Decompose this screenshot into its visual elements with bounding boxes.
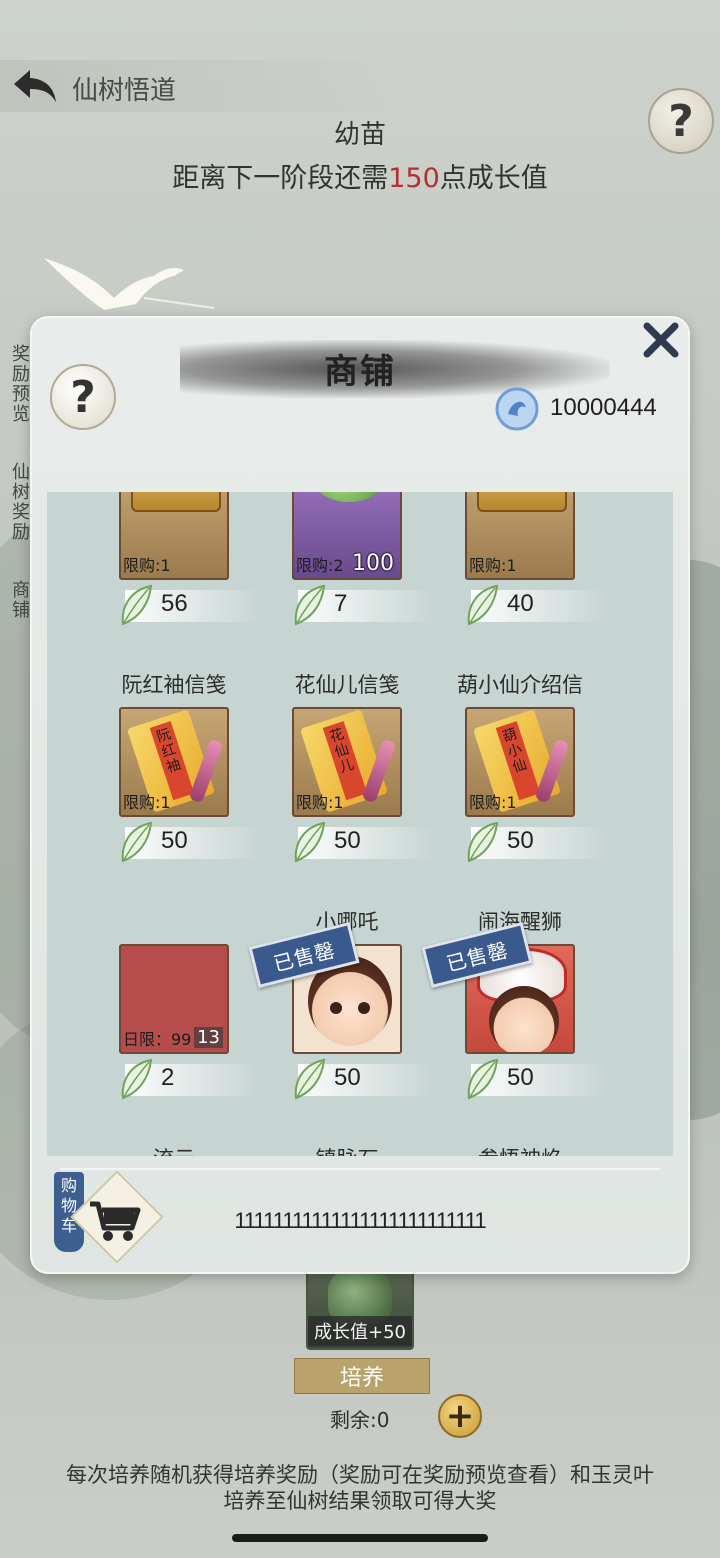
purchase-limit: 限购:2	[296, 556, 344, 575]
growth-item[interactable]: 成长值+50	[306, 1262, 414, 1350]
price-row: 56	[87, 584, 261, 626]
stage-need-prefix: 距离下一阶段还需	[172, 163, 389, 194]
growth-label: 成长值+50	[308, 1316, 412, 1346]
price-row: 2	[87, 1058, 261, 1100]
item-icon-box[interactable]: 限购:1	[465, 492, 575, 580]
home-indicator	[232, 1534, 488, 1542]
leaf-icon	[294, 1058, 326, 1100]
price-row: 40	[433, 584, 607, 626]
purchase-limit: 日限：99	[123, 1030, 192, 1049]
tip-line-2: 培养至仙树结果领取可得大奖	[223, 1489, 497, 1513]
item-quantity: 13	[194, 1027, 223, 1048]
leaf-icon	[121, 821, 153, 863]
leaf-icon	[294, 584, 326, 626]
footer-tip: 每次培养随机获得培养奖励（奖励可在奖励预览查看）和玉灵叶 培养至仙树结果领取可得…	[0, 1462, 720, 1514]
stage-need-value: 150	[388, 163, 440, 194]
item-price: 2	[161, 1064, 175, 1091]
leaf-icon	[467, 584, 499, 626]
price-row: 50	[87, 821, 261, 863]
stage-name: 幼苗	[333, 120, 386, 150]
chest-icon	[477, 492, 567, 512]
item-icon-box[interactable]: 日限：99 13	[119, 944, 229, 1054]
remaining-count: 剩余:0	[330, 1408, 390, 1432]
currency-amount: 10000444	[550, 394, 657, 421]
item-price: 50	[507, 1064, 534, 1091]
purchase-limit: 限购:1	[469, 556, 517, 575]
item-price: 50	[334, 1064, 361, 1091]
add-button[interactable]: +	[438, 1394, 482, 1438]
item-name: 镇脉石	[260, 1143, 434, 1156]
lion-dancer-portrait	[489, 986, 559, 1052]
item-price: 50	[334, 827, 361, 854]
currency-orb-icon	[495, 387, 539, 431]
item-name: 参悟神焰	[433, 1143, 607, 1156]
item-icon-box[interactable]: 限购:1	[119, 492, 229, 580]
price-row: 50	[433, 821, 607, 863]
price-row: 7	[260, 584, 434, 626]
stage-need-suffix: 点成长值	[439, 163, 548, 194]
tip-line-1: 每次培养随机获得培养奖励（奖励可在奖励预览查看）和玉灵叶	[66, 1463, 654, 1487]
shop-item-grid: 限购:1 56 限购:2 100 7 限购:1 40 阮红袖信笺阮红袖限购:1 50 花仙儿信笺花…	[47, 492, 673, 1156]
leaf-icon	[121, 1058, 153, 1100]
item-name: 葫小仙介绍信	[457, 673, 583, 697]
item-name: 阮红袖信笺	[121, 673, 227, 697]
shop-title: 商铺	[324, 352, 396, 392]
purchase-limit: 限购:1	[469, 793, 517, 812]
item-quantity: 100	[352, 551, 394, 576]
price-row: 50	[260, 1058, 434, 1100]
shop-help-button[interactable]: ?	[50, 364, 116, 430]
item-price: 56	[161, 590, 188, 617]
close-button[interactable]	[638, 320, 684, 360]
purchase-limit: 限购:1	[296, 793, 344, 812]
divider	[60, 1168, 660, 1170]
item-price: 7	[334, 590, 348, 617]
cart-icon	[90, 1201, 141, 1241]
item-price: 50	[161, 827, 188, 854]
cultivate-button[interactable]: 培养	[294, 1358, 430, 1394]
leaf-icon	[294, 821, 326, 863]
chest-icon	[131, 492, 221, 512]
page-title: 仙树悟道	[72, 76, 177, 106]
item-icon-box[interactable]: 葫小仙限购:1	[465, 707, 575, 817]
cart-content: 11111111111111111111111111	[234, 1208, 486, 1233]
item-icon-box[interactable]: 花仙儿限购:1	[292, 707, 402, 817]
price-row: 50	[433, 1058, 607, 1100]
item-price: 40	[507, 590, 534, 617]
back-arrow-icon	[14, 70, 56, 102]
jade-icon	[314, 492, 384, 502]
item-name: 流云	[87, 1143, 261, 1156]
back-button[interactable]	[8, 64, 62, 108]
purchase-limit: 限购:1	[123, 556, 171, 575]
purchase-limit: 限购:1	[123, 793, 171, 812]
plus-icon: +	[445, 1396, 475, 1436]
item-icon-box[interactable]: 限购:2 100	[292, 492, 402, 580]
leaf-icon	[467, 821, 499, 863]
price-row: 50	[260, 821, 434, 863]
stage-requirement: 距离下一阶段还需150点成长值	[0, 156, 720, 195]
item-name: 花仙儿信笺	[294, 673, 400, 697]
item-price: 50	[507, 827, 534, 854]
close-icon	[643, 322, 679, 358]
leaf-icon	[467, 1058, 499, 1100]
leaf-icon	[121, 584, 153, 626]
portrait-eyes	[330, 1002, 370, 1014]
item-icon-box[interactable]: 阮红袖限购:1	[119, 707, 229, 817]
help-icon: ?	[70, 371, 96, 423]
